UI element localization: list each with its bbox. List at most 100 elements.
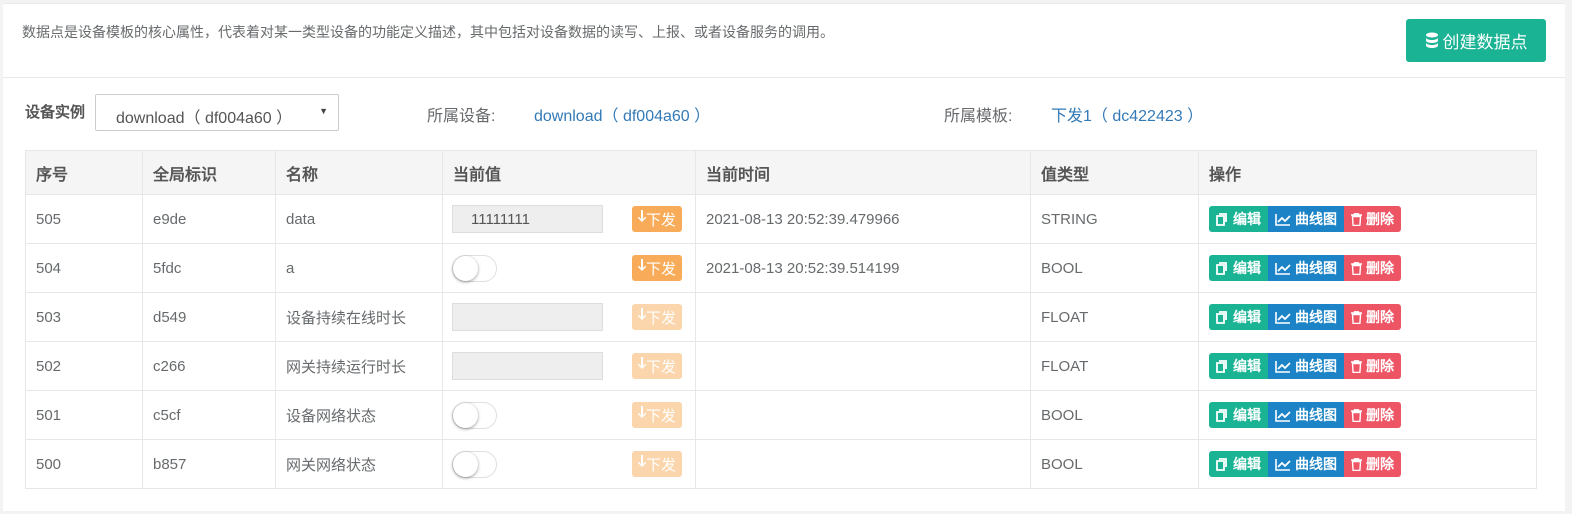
curve-button[interactable]: 曲线图 <box>1268 304 1344 330</box>
curve-button[interactable]: 曲线图 <box>1268 255 1344 281</box>
cell-index: 504 <box>25 243 143 293</box>
toggle-knob <box>453 256 478 281</box>
trash-icon <box>1351 408 1362 422</box>
send-button[interactable]: 下发 <box>632 451 682 477</box>
line-chart-icon <box>1275 360 1291 373</box>
delete-button[interactable]: 删除 <box>1344 353 1401 379</box>
cell-global-id: d549 <box>142 292 276 342</box>
edit-button[interactable]: 编辑 <box>1209 402 1268 428</box>
send-button[interactable]: 下发 <box>632 402 682 428</box>
column-header-global-id: 全局标识 <box>142 150 276 195</box>
current-value-input[interactable]: 11111111 <box>452 205 603 233</box>
current-value-toggle[interactable] <box>452 402 497 429</box>
send-button[interactable]: 下发 <box>632 255 682 281</box>
toggle-knob <box>453 403 478 428</box>
current-value-input[interactable] <box>452 303 603 331</box>
send-button[interactable]: 下发 <box>632 353 682 379</box>
copy-icon <box>1216 212 1229 226</box>
curve-label: 曲线图 <box>1295 211 1337 227</box>
send-label: 下发 <box>645 309 676 327</box>
cell-actions: 编辑 曲线图 删除 <box>1198 439 1537 489</box>
column-header-value-type: 值类型 <box>1030 150 1199 195</box>
action-group: 编辑 曲线图 删除 <box>1209 206 1526 232</box>
edit-label: 编辑 <box>1233 407 1261 423</box>
cell-name: 网关网络状态 <box>275 439 443 489</box>
edit-label: 编辑 <box>1233 456 1261 472</box>
edit-button[interactable]: 编辑 <box>1209 206 1268 232</box>
send-label: 下发 <box>645 211 676 229</box>
edit-label: 编辑 <box>1233 358 1261 374</box>
table-row: 501 c5cf 设备网络状态 下发 BOOL 编辑 曲线图 删除 <box>25 390 1537 440</box>
edit-label: 编辑 <box>1233 309 1261 325</box>
cell-value-type: FLOAT <box>1030 292 1199 342</box>
send-label: 下发 <box>645 456 676 474</box>
edit-button[interactable]: 编辑 <box>1209 451 1268 477</box>
toggle-knob <box>453 452 478 477</box>
curve-button[interactable]: 曲线图 <box>1268 451 1344 477</box>
edit-button[interactable]: 编辑 <box>1209 255 1268 281</box>
copy-icon <box>1216 408 1229 422</box>
cell-value-type: BOOL <box>1030 243 1199 293</box>
column-header-name: 名称 <box>275 150 443 195</box>
action-group: 编辑 曲线图 删除 <box>1209 304 1526 330</box>
current-value-toggle[interactable] <box>452 451 497 478</box>
template-label: 所属模板: <box>944 108 1013 125</box>
cell-name: 网关持续运行时长 <box>275 341 443 391</box>
arrow-down-icon <box>637 210 647 228</box>
send-button[interactable]: 下发 <box>632 206 682 232</box>
cell-index: 501 <box>25 390 143 440</box>
cell-index: 503 <box>25 292 143 342</box>
delete-button[interactable]: 删除 <box>1344 451 1401 477</box>
datapoint-table: 序号 全局标识 名称 当前值 当前时间 值类型 操作 505 e9de data… <box>25 150 1537 489</box>
delete-button[interactable]: 删除 <box>1344 402 1401 428</box>
curve-button[interactable]: 曲线图 <box>1268 402 1344 428</box>
edit-button[interactable]: 编辑 <box>1209 353 1268 379</box>
curve-button[interactable]: 曲线图 <box>1268 206 1344 232</box>
edit-button[interactable]: 编辑 <box>1209 304 1268 330</box>
cell-actions: 编辑 曲线图 删除 <box>1198 243 1537 293</box>
cell-value-type: STRING <box>1030 194 1199 244</box>
column-header-current-value: 当前值 <box>442 150 696 195</box>
device-label: 所属设备: <box>427 108 496 125</box>
device-link[interactable]: download（ df004a60 ） <box>534 102 710 126</box>
column-header-index: 序号 <box>25 150 143 195</box>
current-value-toggle[interactable] <box>452 255 497 282</box>
arrow-down-icon <box>637 308 647 326</box>
delete-button[interactable]: 删除 <box>1344 255 1401 281</box>
cell-current-time: 2021-08-13 20:52:39.514199 <box>695 243 1031 293</box>
current-value-input[interactable] <box>452 352 603 380</box>
edit-label: 编辑 <box>1233 260 1261 276</box>
curve-label: 曲线图 <box>1295 260 1337 276</box>
cell-index: 505 <box>25 194 143 244</box>
line-chart-icon <box>1275 409 1291 422</box>
delete-button[interactable]: 删除 <box>1344 304 1401 330</box>
cell-actions: 编辑 曲线图 删除 <box>1198 292 1537 342</box>
database-icon <box>1425 32 1439 49</box>
cell-index: 502 <box>25 341 143 391</box>
column-header-actions: 操作 <box>1198 150 1537 195</box>
cell-current-value: 下发 <box>442 292 696 342</box>
delete-button[interactable]: 删除 <box>1344 206 1401 232</box>
cell-current-value: 下发 <box>442 341 696 391</box>
action-group: 编辑 曲线图 删除 <box>1209 353 1526 379</box>
cell-actions: 编辑 曲线图 删除 <box>1198 194 1537 244</box>
device-instance-select[interactable]: download（ df004a60 ） ▼ <box>95 94 339 131</box>
send-button[interactable]: 下发 <box>632 304 682 330</box>
edit-label: 编辑 <box>1233 211 1261 227</box>
cell-global-id: b857 <box>142 439 276 489</box>
delete-label: 删除 <box>1366 358 1394 374</box>
table-header-row: 序号 全局标识 名称 当前值 当前时间 值类型 操作 <box>25 150 1537 195</box>
trash-icon <box>1351 212 1362 226</box>
cell-current-value: 11111111 下发 <box>442 194 696 244</box>
curve-button[interactable]: 曲线图 <box>1268 353 1344 379</box>
cell-actions: 编辑 曲线图 删除 <box>1198 341 1537 391</box>
create-datapoint-button[interactable]: 创建数据点 <box>1406 19 1546 62</box>
template-link[interactable]: 下发1（ dc422423 ） <box>1051 102 1203 126</box>
copy-icon <box>1216 457 1229 471</box>
cell-current-time <box>695 390 1031 440</box>
cell-global-id: c266 <box>142 341 276 391</box>
delete-label: 删除 <box>1366 260 1394 276</box>
delete-label: 删除 <box>1366 309 1394 325</box>
cell-global-id: c5cf <box>142 390 276 440</box>
cell-value-type: BOOL <box>1030 390 1199 440</box>
